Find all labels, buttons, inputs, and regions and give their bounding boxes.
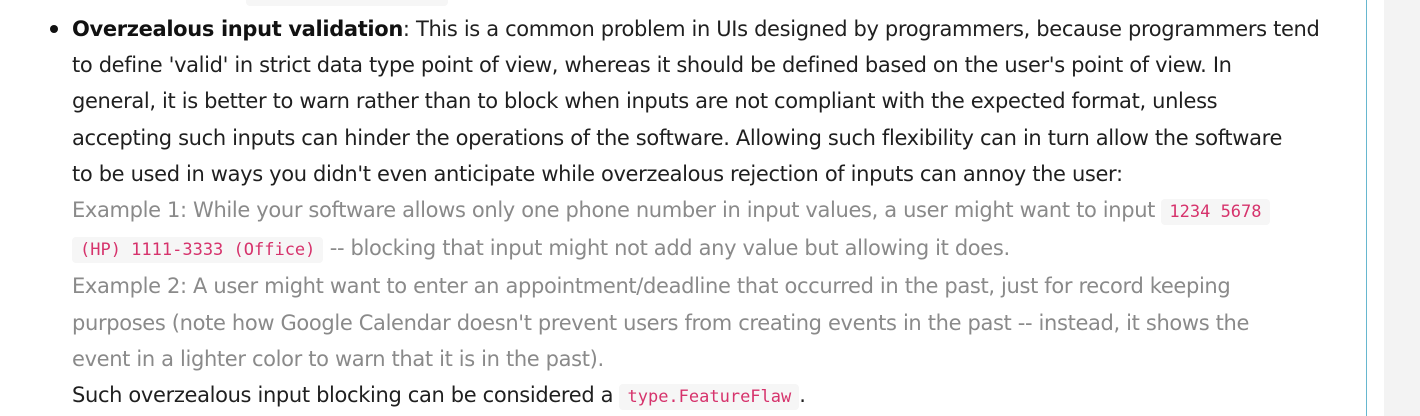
term-heading: Overzealous input validation [72, 17, 403, 41]
phone-code-part-1: 1234 5678 [1161, 199, 1270, 226]
clipped-code-chip [246, 0, 448, 6]
example-1-tail: -- blocking that input might not add any… [323, 236, 1010, 261]
conclusion-period: . [799, 383, 806, 408]
phone-code-part-2: (HP) 1111-3333 (Office) [72, 237, 324, 264]
content-panel: Overzealous input validation: This is a … [0, 0, 1367, 416]
intro-text-1: This is a common problem in UIs designed… [409, 17, 1320, 41]
bullet-point [50, 25, 58, 33]
term-separator: : [402, 17, 410, 41]
example-1-line-2: (HP) 1111-3333 (Office) -- blocking that… [72, 230, 1348, 268]
intro-line-3: general, it is better to warn rather tha… [72, 89, 1218, 114]
example-2-line-1: Example 2: A user might want to enter an… [72, 274, 1231, 299]
example-1-text: Example 1: While your software allows on… [72, 198, 1162, 223]
conclusion-text: Such overzealous input blocking can be c… [72, 383, 620, 408]
intro-line-5: to be used in ways you didn't even antic… [72, 161, 1123, 186]
example-2-line-2: purposes (note how Google Calendar doesn… [72, 310, 1250, 335]
intro-line-1: Overzealous input validation: This is a … [72, 11, 1348, 47]
example-2-line-3: event in a lighter color to warn that it… [72, 346, 604, 371]
feature-flaw-code: type.FeatureFlaw [619, 384, 800, 411]
list-item: Overzealous input validation: This is a … [72, 11, 1348, 415]
example-1-line-1: Example 1: While your software allows on… [72, 192, 1348, 230]
intro-line-4: accepting such inputs can hinder the ope… [72, 125, 1283, 150]
conclusion-line: Such overzealous input blocking can be c… [72, 377, 1348, 415]
intro-line-2: to define 'valid' in strict data type po… [72, 53, 1232, 78]
page-side-strip [1384, 0, 1420, 416]
